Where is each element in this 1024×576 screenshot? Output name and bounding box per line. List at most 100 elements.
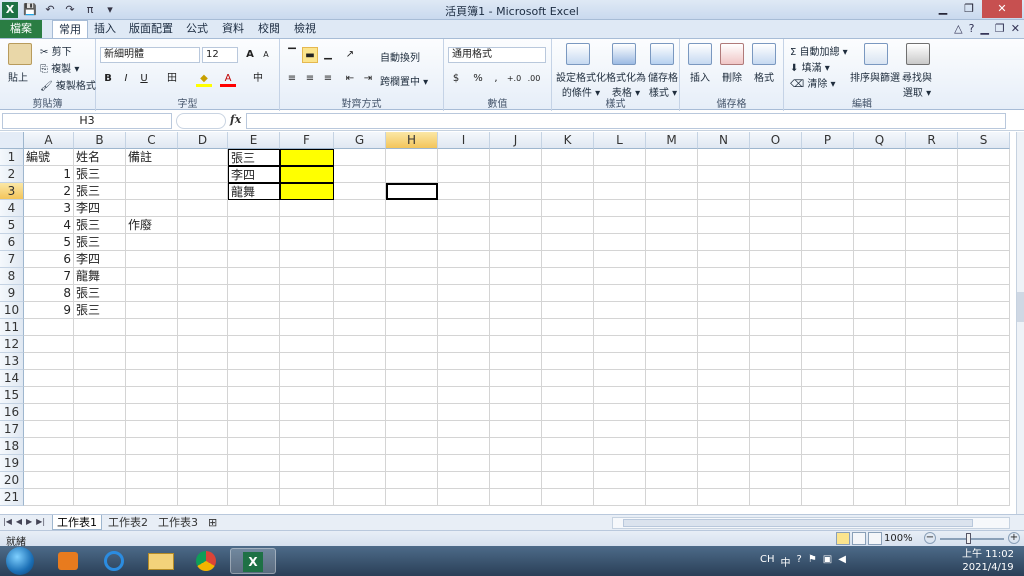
cell-c4[interactable] — [126, 200, 178, 217]
cell-g6[interactable] — [334, 234, 386, 251]
cell-m4[interactable] — [646, 200, 698, 217]
cell-a14[interactable] — [24, 370, 74, 387]
cell-i6[interactable] — [438, 234, 490, 251]
cell-n17[interactable] — [698, 421, 750, 438]
cell-p10[interactable] — [802, 302, 854, 319]
column-header-d[interactable]: D — [178, 132, 228, 149]
cell-c14[interactable] — [126, 370, 178, 387]
cell-o15[interactable] — [750, 387, 802, 404]
cell-c1[interactable]: 備註 — [126, 149, 178, 166]
column-header-f[interactable]: F — [280, 132, 334, 149]
cell-n10[interactable] — [698, 302, 750, 319]
cell-l11[interactable] — [594, 319, 646, 336]
format-as-table-icon[interactable] — [612, 43, 636, 65]
ime-mode-indicator[interactable]: 中 — [781, 554, 791, 569]
cell-m19[interactable] — [646, 455, 698, 472]
cell-c9[interactable] — [126, 285, 178, 302]
cell-p18[interactable] — [802, 438, 854, 455]
fill-color-button[interactable]: ◆ — [196, 71, 212, 87]
cell-g5[interactable] — [334, 217, 386, 234]
cell-f13[interactable] — [280, 353, 334, 370]
cell-r10[interactable] — [906, 302, 958, 319]
cell-j2[interactable] — [490, 166, 542, 183]
cell-g16[interactable] — [334, 404, 386, 421]
row-header-19[interactable]: 19 — [0, 455, 24, 472]
font-family-select[interactable]: 新細明體 — [100, 47, 200, 63]
cell-e11[interactable] — [228, 319, 280, 336]
tab-page-layout[interactable]: 版面配置 — [124, 20, 178, 38]
cell-b6[interactable]: 張三 — [74, 234, 126, 251]
cell-r21[interactable] — [906, 489, 958, 506]
cell-m14[interactable] — [646, 370, 698, 387]
fill-button[interactable]: ⬇ 填滿 ▾ — [790, 59, 830, 74]
row-header-18[interactable]: 18 — [0, 438, 24, 455]
paste-button[interactable]: 貼上 — [8, 69, 28, 84]
cell-l16[interactable] — [594, 404, 646, 421]
start-button-icon[interactable] — [6, 547, 34, 575]
cell-i9[interactable] — [438, 285, 490, 302]
row-header-2[interactable]: 2 — [0, 166, 24, 183]
cell-j10[interactable] — [490, 302, 542, 319]
cell-m16[interactable] — [646, 404, 698, 421]
cell-c21[interactable] — [126, 489, 178, 506]
cell-g4[interactable] — [334, 200, 386, 217]
cell-f18[interactable] — [280, 438, 334, 455]
cell-styles-icon[interactable] — [650, 43, 674, 65]
format-painter-button[interactable]: 🖌 複製格式 — [40, 77, 96, 92]
cell-d11[interactable] — [178, 319, 228, 336]
cell-g12[interactable] — [334, 336, 386, 353]
cell-n15[interactable] — [698, 387, 750, 404]
cell-d15[interactable] — [178, 387, 228, 404]
language-indicator[interactable]: CH — [760, 554, 775, 569]
cell-o18[interactable] — [750, 438, 802, 455]
cell-k14[interactable] — [542, 370, 594, 387]
cell-o17[interactable] — [750, 421, 802, 438]
cell-g14[interactable] — [334, 370, 386, 387]
insert-cells-icon[interactable] — [688, 43, 712, 65]
cell-e20[interactable] — [228, 472, 280, 489]
cell-c12[interactable] — [126, 336, 178, 353]
cell-i17[interactable] — [438, 421, 490, 438]
cell-c8[interactable] — [126, 268, 178, 285]
cell-q16[interactable] — [854, 404, 906, 421]
cell-k20[interactable] — [542, 472, 594, 489]
cell-h17[interactable] — [386, 421, 438, 438]
cell-s17[interactable] — [958, 421, 1010, 438]
cell-m20[interactable] — [646, 472, 698, 489]
cell-q7[interactable] — [854, 251, 906, 268]
cell-h20[interactable] — [386, 472, 438, 489]
media-player-icon[interactable] — [46, 548, 92, 574]
cell-n14[interactable] — [698, 370, 750, 387]
cell-f11[interactable] — [280, 319, 334, 336]
cell-o6[interactable] — [750, 234, 802, 251]
font-size-select[interactable]: 12 — [202, 47, 238, 63]
row-header-11[interactable]: 11 — [0, 319, 24, 336]
cell-n12[interactable] — [698, 336, 750, 353]
cell-l9[interactable] — [594, 285, 646, 302]
cell-o8[interactable] — [750, 268, 802, 285]
cell-r18[interactable] — [906, 438, 958, 455]
cell-i18[interactable] — [438, 438, 490, 455]
cell-q6[interactable] — [854, 234, 906, 251]
cell-h8[interactable] — [386, 268, 438, 285]
cell-j9[interactable] — [490, 285, 542, 302]
cell-f16[interactable] — [280, 404, 334, 421]
row-header-8[interactable]: 8 — [0, 268, 24, 285]
cell-h19[interactable] — [386, 455, 438, 472]
cell-a16[interactable] — [24, 404, 74, 421]
cell-c17[interactable] — [126, 421, 178, 438]
cell-o7[interactable] — [750, 251, 802, 268]
column-header-b[interactable]: B — [74, 132, 126, 149]
cell-g1[interactable] — [334, 149, 386, 166]
cell-p19[interactable] — [802, 455, 854, 472]
cell-l5[interactable] — [594, 217, 646, 234]
align-left-button[interactable]: ≡ — [284, 71, 300, 87]
cell-f3[interactable] — [280, 183, 334, 200]
cell-r7[interactable] — [906, 251, 958, 268]
cell-p21[interactable] — [802, 489, 854, 506]
cell-h9[interactable] — [386, 285, 438, 302]
increase-indent-button[interactable]: ⇥ — [360, 71, 376, 87]
cell-o10[interactable] — [750, 302, 802, 319]
row-header-17[interactable]: 17 — [0, 421, 24, 438]
cell-h21[interactable] — [386, 489, 438, 506]
